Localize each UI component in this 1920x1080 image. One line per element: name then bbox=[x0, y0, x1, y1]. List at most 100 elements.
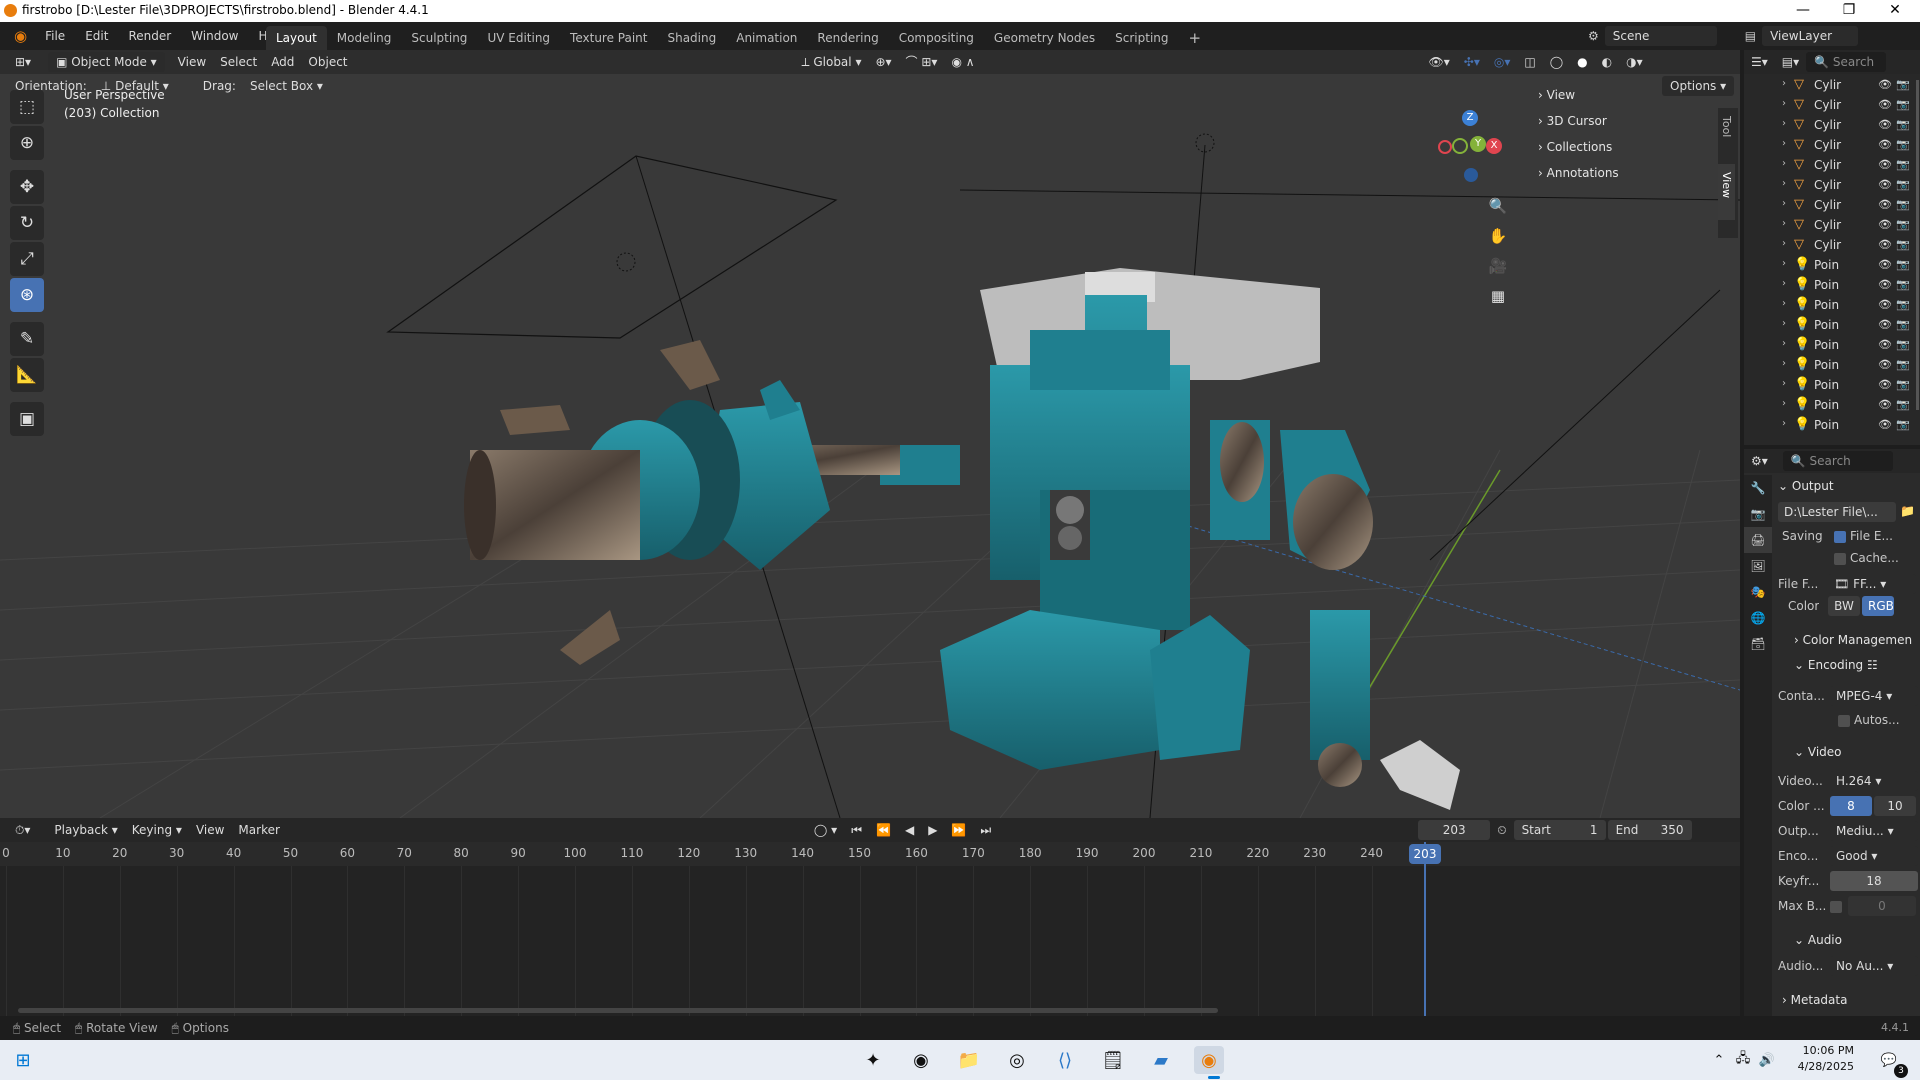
tab-compositing[interactable]: Compositing bbox=[889, 26, 984, 50]
expand-arrow-icon[interactable]: › bbox=[1782, 238, 1786, 249]
tab-texture-paint[interactable]: Texture Paint bbox=[560, 26, 657, 50]
visibility-eye-icon[interactable]: 👁 bbox=[1878, 238, 1892, 251]
xray-icon[interactable]: ◫ bbox=[1517, 52, 1542, 72]
scene-selector[interactable]: Scene bbox=[1604, 26, 1717, 46]
cache-result-checkbox[interactable]: Cache... bbox=[1834, 551, 1899, 565]
properties-editor-type-icon[interactable]: ⚙▾ bbox=[1744, 451, 1775, 471]
navigation-gizmo[interactable]: Z X Y bbox=[1430, 110, 1510, 190]
output-section-header[interactable]: ⌄ Output bbox=[1778, 475, 1834, 497]
world-tab-icon[interactable]: 🌐 bbox=[1744, 605, 1772, 631]
encoding-presets-icon[interactable]: ☷ bbox=[1867, 658, 1878, 672]
render-camera-icon[interactable]: 📷 bbox=[1896, 358, 1910, 371]
visibility-eye-icon[interactable]: 👁 bbox=[1878, 158, 1892, 171]
move-tool[interactable]: ✥ bbox=[10, 170, 44, 204]
render-camera-icon[interactable]: 📷 bbox=[1896, 398, 1910, 411]
pan-hand-icon[interactable]: ✋ bbox=[1484, 222, 1512, 250]
restore-button[interactable]: ❐ bbox=[1826, 0, 1872, 22]
expand-arrow-icon[interactable]: › bbox=[1782, 98, 1786, 109]
sidebar-tab-tool[interactable]: Tool bbox=[1718, 108, 1735, 164]
render-camera-icon[interactable]: 📷 bbox=[1896, 198, 1910, 211]
shading-wireframe-icon[interactable]: ◯ bbox=[1543, 52, 1570, 72]
menu-render[interactable]: Render bbox=[118, 24, 181, 48]
visibility-eye-icon[interactable]: 👁 bbox=[1878, 198, 1892, 211]
collection-tab-icon[interactable]: 🗃 bbox=[1744, 631, 1772, 657]
gizmo-z[interactable]: Z bbox=[1462, 110, 1478, 126]
viewlayer-selector[interactable]: ViewLayer bbox=[1762, 26, 1859, 46]
render-camera-icon[interactable]: 📷 bbox=[1896, 278, 1910, 291]
tab-modeling[interactable]: Modeling bbox=[327, 26, 402, 50]
encoding-speed-dropdown[interactable]: Good ▾ bbox=[1830, 846, 1918, 866]
render-camera-icon[interactable]: 📷 bbox=[1896, 98, 1910, 111]
render-camera-icon[interactable]: 📷 bbox=[1896, 338, 1910, 351]
vscode-icon[interactable]: ⟨⟩ bbox=[1050, 1046, 1080, 1074]
expand-arrow-icon[interactable]: › bbox=[1782, 398, 1786, 409]
expand-arrow-icon[interactable]: › bbox=[1782, 278, 1786, 289]
scale-tool[interactable]: ⤢ bbox=[10, 242, 44, 276]
video-section-header[interactable]: ⌄ Video bbox=[1794, 741, 1842, 763]
outliner-row[interactable]: › 💡 Poin 👁 📷 bbox=[1744, 336, 1920, 356]
select-box-tool[interactable]: ⬚ bbox=[10, 90, 44, 124]
visibility-eye-icon[interactable]: 👁 bbox=[1878, 118, 1892, 131]
render-camera-icon[interactable]: 📷 bbox=[1896, 178, 1910, 191]
npanel-3d-cursor[interactable]: › 3D Cursor bbox=[1538, 108, 1716, 134]
tab-layout[interactable]: Layout bbox=[266, 26, 327, 50]
viewport-menu-select[interactable]: Select bbox=[213, 52, 264, 72]
render-camera-icon[interactable]: 📷 bbox=[1896, 378, 1910, 391]
tab-scripting[interactable]: Scripting bbox=[1105, 26, 1178, 50]
visibility-eye-icon[interactable]: 👁 bbox=[1878, 98, 1892, 111]
gizmo-toggle-icon[interactable]: ✣▾ bbox=[1457, 52, 1487, 72]
render-camera-icon[interactable]: 📷 bbox=[1896, 258, 1910, 271]
shading-rendered-icon[interactable]: ◑▾ bbox=[1619, 52, 1650, 72]
render-camera-icon[interactable]: 📷 bbox=[1896, 238, 1910, 251]
outliner-row[interactable]: › ▽ Cylir 👁 📷 bbox=[1744, 156, 1920, 176]
visibility-eye-icon[interactable]: 👁 bbox=[1878, 138, 1892, 151]
render-camera-icon[interactable]: 📷 bbox=[1896, 318, 1910, 331]
render-camera-icon[interactable]: 📷 bbox=[1896, 78, 1910, 91]
outliner-display-mode-icon[interactable]: ▤▾ bbox=[1775, 52, 1806, 72]
add-workspace-button[interactable]: + bbox=[1179, 26, 1212, 50]
copilot-icon[interactable]: ✦ bbox=[858, 1046, 888, 1074]
render-camera-icon[interactable]: 📷 bbox=[1896, 218, 1910, 231]
expand-arrow-icon[interactable]: › bbox=[1782, 378, 1786, 389]
tab-shading[interactable]: Shading bbox=[657, 26, 726, 50]
timeline-scrollbar[interactable] bbox=[18, 1008, 1218, 1013]
npanel-view[interactable]: › View bbox=[1538, 82, 1716, 108]
pivot-icon[interactable]: ⊕▾ bbox=[868, 52, 898, 72]
audio-codec-dropdown[interactable]: No Au... ▾ bbox=[1830, 956, 1918, 976]
expand-arrow-icon[interactable]: › bbox=[1782, 218, 1786, 229]
editor-type-icon[interactable]: ⊞▾ bbox=[8, 52, 38, 72]
outliner-row[interactable]: › ▽ Cylir 👁 📷 bbox=[1744, 216, 1920, 236]
clock-time[interactable]: 10:06 PM bbox=[1790, 1044, 1854, 1057]
outliner-row[interactable]: › 💡 Poin 👁 📷 bbox=[1744, 296, 1920, 316]
perspective-grid-icon[interactable]: ▦ bbox=[1484, 282, 1512, 310]
proportional-edit-icon[interactable]: ◉ ∧ bbox=[944, 52, 981, 72]
render-tab-icon[interactable]: 📷 bbox=[1744, 501, 1772, 527]
view-layer-tab-icon[interactable]: 🖼 bbox=[1744, 553, 1772, 579]
gizmo-y[interactable]: Y bbox=[1470, 136, 1486, 152]
render-camera-icon[interactable]: 📷 bbox=[1896, 138, 1910, 151]
npanel-annotations[interactable]: › Annotations bbox=[1538, 160, 1716, 186]
expand-arrow-icon[interactable]: › bbox=[1782, 138, 1786, 149]
scene-tab-icon[interactable]: 🎭 bbox=[1744, 579, 1772, 605]
encoding-section-header[interactable]: ⌄ Encoding ☷ bbox=[1794, 654, 1878, 676]
file-format-dropdown[interactable]: 🎞 FF... ▾ bbox=[1828, 574, 1916, 594]
expand-arrow-icon[interactable]: › bbox=[1782, 118, 1786, 129]
expand-arrow-icon[interactable]: › bbox=[1782, 158, 1786, 169]
visibility-eye-icon[interactable]: 👁 bbox=[1878, 398, 1892, 411]
render-camera-icon[interactable]: 📷 bbox=[1896, 118, 1910, 131]
outliner-row[interactable]: › ▽ Cylir 👁 📷 bbox=[1744, 76, 1920, 96]
expand-arrow-icon[interactable]: › bbox=[1782, 338, 1786, 349]
gizmo-x[interactable]: X bbox=[1486, 138, 1502, 154]
timeline-editor[interactable]: ⏱▾ Playback ▾ Keying ▾ View Marker ◯ ▾ ⏮… bbox=[0, 818, 1740, 1016]
viewport-menu-add[interactable]: Add bbox=[264, 52, 301, 72]
video-codec-dropdown[interactable]: H.264 ▾ bbox=[1830, 771, 1918, 791]
gizmo-neg-z[interactable] bbox=[1464, 168, 1478, 182]
volume-icon[interactable]: 🔊 bbox=[1752, 1046, 1782, 1074]
photoshop-icon[interactable]: ▰ bbox=[1146, 1046, 1176, 1074]
keyframe-interval-field[interactable]: 18 bbox=[1830, 871, 1918, 891]
file-extensions-checkbox[interactable]: File E... bbox=[1834, 529, 1893, 543]
tab-sculpting[interactable]: Sculpting bbox=[401, 26, 477, 50]
visibility-eye-icon[interactable]: 👁 bbox=[1878, 418, 1892, 431]
outliner-row[interactable]: › 💡 Poin 👁 📷 bbox=[1744, 416, 1920, 436]
outliner-row[interactable]: › 💡 Poin 👁 📷 bbox=[1744, 276, 1920, 296]
